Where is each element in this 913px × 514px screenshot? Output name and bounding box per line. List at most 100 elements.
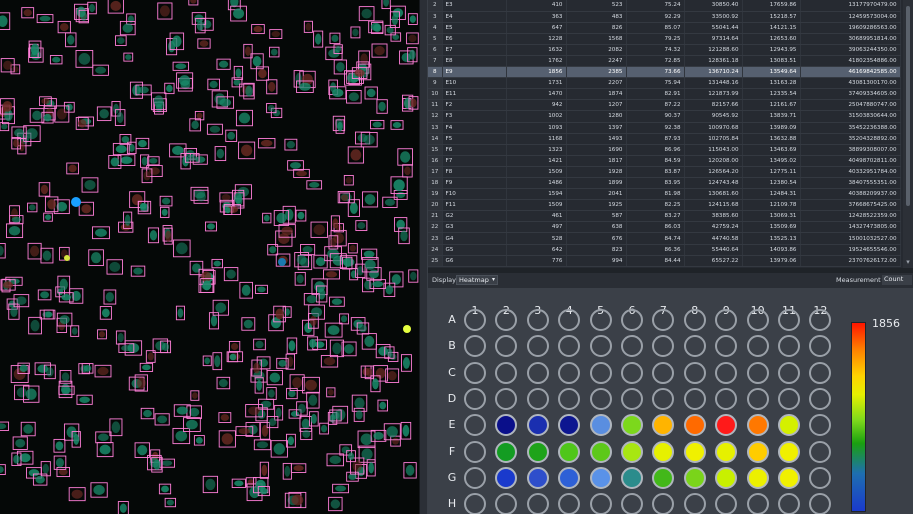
table-row[interactable]: 4 E5 647 826 85.07 55041.44 14121.15 1960928656… [428,22,901,34]
plate-well[interactable] [809,335,832,358]
plate-well[interactable] [589,493,612,514]
plate-well[interactable] [778,414,800,437]
table-row[interactable]: 13 F4 1093 1397 92.38 100970.68 13989.09 354522… [428,122,901,134]
plate-well[interactable] [558,414,581,437]
table-row[interactable]: 3 E4 363 483 92.29 33500.92 15218.57 1245957300… [428,11,901,23]
table-row[interactable]: 7 E8 1762 2247 72.85 128361.18 13083.51 4180235… [428,55,901,68]
plate-well[interactable] [495,466,518,489]
plate-well[interactable] [464,335,486,358]
measurement-select[interactable]: Count [882,275,912,285]
plate-well[interactable] [683,414,706,437]
plate-well[interactable] [778,309,800,331]
table-row[interactable]: 23 G4 528 676 84.74 44740.58 13525.13 150010325… [428,232,901,245]
plate-well[interactable] [495,361,518,384]
plate-well[interactable] [495,414,518,437]
plate-well[interactable] [621,466,643,489]
plate-well[interactable] [464,493,486,514]
plate-well[interactable] [526,335,549,358]
table-row[interactable]: 6 E7 1632 2082 74.32 121288.60 12943.95 3906324… [428,44,901,56]
plate-well[interactable] [495,440,518,463]
plate-well[interactable] [495,335,518,358]
plate-well[interactable] [809,414,832,437]
table-row[interactable]: 17 F8 1509 1928 83.87 126564.20 12775.11 403329… [428,166,901,179]
plate-well[interactable] [621,335,643,358]
plate-well[interactable] [589,466,612,489]
plate-well[interactable] [683,493,706,514]
plate-well[interactable] [621,387,643,410]
plate-well[interactable] [558,361,581,384]
plate-well[interactable] [652,387,675,410]
table-vertical-scrollbar[interactable]: ▾ [903,0,913,268]
plate-well[interactable] [809,309,832,331]
plate-well[interactable] [746,335,769,358]
plate-well[interactable] [683,440,706,463]
plate-well[interactable] [526,414,549,437]
table-row[interactable]: 2 E3 410 523 75.24 30850.40 17659.86 1317797047… [428,0,901,12]
plate-well[interactable] [558,466,581,489]
plate-well[interactable] [683,387,706,410]
plate-well[interactable] [495,493,518,514]
plate-well[interactable] [464,309,486,331]
table-row[interactable]: 15 F6 1323 1690 86.96 115043.00 13463.69 388993… [428,144,901,156]
plate-well[interactable] [715,414,738,437]
pane-splitter[interactable] [419,0,428,514]
plate-well[interactable] [778,493,800,514]
plate-well[interactable] [778,440,800,463]
table-row[interactable]: 25 G6 776 994 84.44 65527.22 13979.06 237076261… [428,255,901,267]
plate-well[interactable] [715,440,738,463]
plate-well[interactable] [652,335,675,358]
plate-well[interactable] [526,440,549,463]
plate-well[interactable] [778,466,800,489]
microscopy-image-view[interactable] [0,0,419,514]
plate-well[interactable] [778,335,800,358]
table-row[interactable]: 8 E9 1856 2385 73.66 136710.24 13549.64 4616984… [428,66,901,79]
plate-well[interactable] [683,361,706,384]
table-row[interactable]: 19 F10 1594 2041 81.98 130681.60 12484.31 40388… [428,188,901,201]
plate-well[interactable] [683,335,706,358]
plate-well[interactable] [464,440,486,463]
plate-well[interactable] [746,309,769,331]
plate-well[interactable] [558,493,581,514]
table-row[interactable]: 20 F11 1509 1925 82.25 124115.68 12109.78 37668… [428,199,901,212]
plate-well[interactable] [652,466,675,489]
scroll-down-arrow-icon[interactable]: ▾ [904,258,912,266]
table-row[interactable]: 9 E10 1731 2207 75.94 131448.16 13163.28 430813… [428,77,901,90]
plate-well[interactable] [652,309,675,331]
plate-well[interactable] [746,414,769,437]
plate-well[interactable] [589,440,612,463]
plate-well[interactable] [589,361,612,384]
plate-well[interactable] [778,387,800,410]
plate-well[interactable] [652,440,675,463]
plate-well[interactable] [746,493,769,514]
plate-well[interactable] [589,387,612,410]
display-mode-select[interactable]: Heatmap ▾ [456,275,498,285]
table-row[interactable]: 10 E11 1470 1874 82.91 121873.99 12335.54 37409… [428,88,901,101]
plate-well[interactable] [621,309,643,331]
plate-well[interactable] [809,387,832,410]
plate-well[interactable] [778,361,800,384]
plate-well[interactable] [715,335,738,358]
plate-well[interactable] [621,361,643,384]
plate-well[interactable] [746,361,769,384]
plate-well[interactable] [715,309,738,331]
plate-well[interactable] [464,387,486,410]
plate-well[interactable] [715,361,738,384]
plate-well[interactable] [683,466,706,489]
plate-well[interactable] [652,493,675,514]
plate-well[interactable] [526,387,549,410]
plate-well[interactable] [589,335,612,358]
plate-well[interactable] [558,440,581,463]
plate-well[interactable] [495,387,518,410]
plate-well[interactable] [558,335,581,358]
plate-well[interactable] [809,493,832,514]
table-row[interactable]: 16 F7 1421 1817 84.59 120208.00 13495.02 404987… [428,155,901,167]
plate-well[interactable] [558,309,581,331]
plate-well[interactable] [526,466,549,489]
plate-well[interactable] [715,493,738,514]
plate-well[interactable] [526,361,549,384]
plate-well[interactable] [589,414,612,437]
plate-well[interactable] [809,466,832,489]
table-row[interactable]: 18 F9 1486 1899 83.95 124743.48 12380.54 384075… [428,177,901,190]
plate-well[interactable] [652,361,675,384]
table-row[interactable]: 22 G3 497 638 86.03 42759.24 13509.69 143274738… [428,221,901,234]
